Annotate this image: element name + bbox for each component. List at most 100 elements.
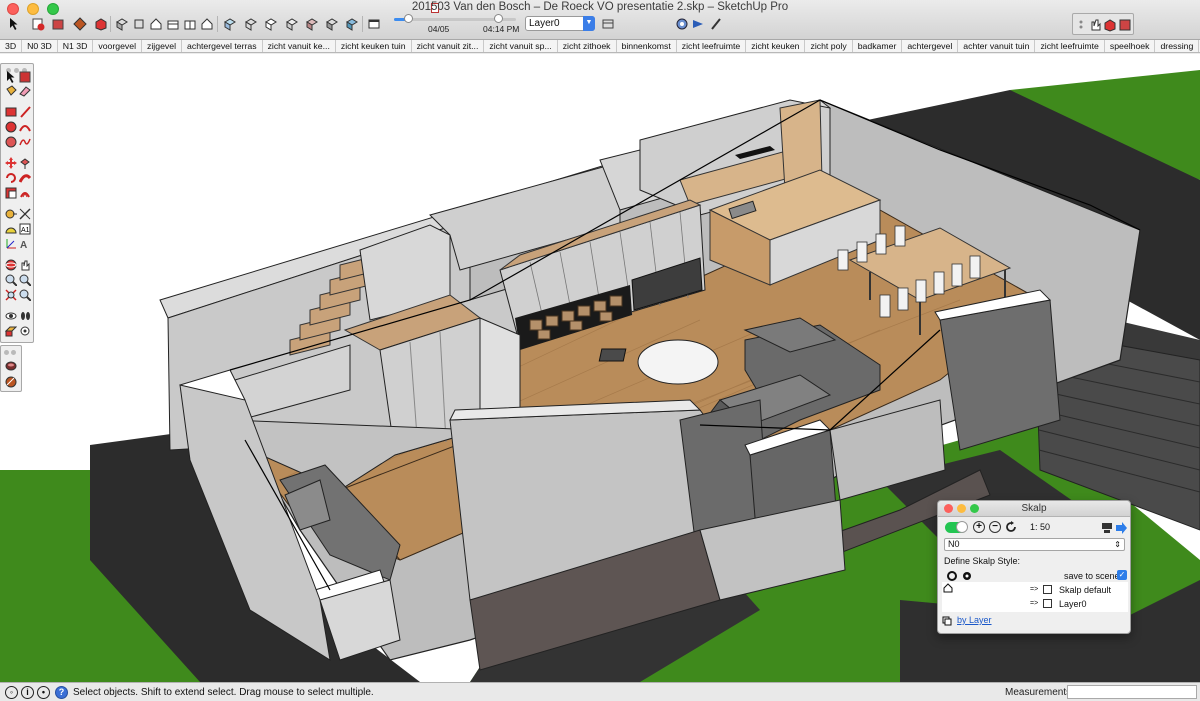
measurements-input[interactable] [1067, 685, 1197, 699]
by-layer-link[interactable]: by Layer [957, 615, 992, 625]
scene-tab[interactable]: binnenkomst [617, 40, 677, 52]
scene-tab[interactable]: zicht leefruimte [1035, 40, 1105, 52]
copy-icon[interactable] [941, 615, 953, 627]
axes-tool-icon[interactable] [5, 238, 17, 250]
shadow-time-knob[interactable] [494, 14, 503, 23]
style-row[interactable]: => Layer0 [942, 597, 1128, 611]
scene-tab[interactable]: zicht vanuit zit... [412, 40, 485, 52]
look-around-icon[interactable] [19, 325, 31, 337]
warehouse-icon[interactable] [93, 16, 109, 32]
textured-style-icon[interactable] [304, 16, 320, 32]
scene-tab[interactable]: achtergevel [902, 40, 959, 52]
open-model-icon[interactable] [50, 16, 66, 32]
view-iso-icon[interactable] [114, 16, 130, 32]
paint-brush-icon[interactable] [708, 16, 724, 32]
view-back-icon[interactable] [182, 16, 198, 32]
palette-close-dot[interactable] [4, 350, 9, 355]
skalp-arrow-icon[interactable] [1113, 520, 1129, 536]
hidden-line-style-icon[interactable] [263, 16, 279, 32]
rotate-tool-icon[interactable] [5, 172, 17, 184]
scene-tab[interactable]: zicht zithoek [558, 40, 617, 52]
add-section-icon[interactable]: + [973, 521, 985, 533]
shadow-settings-icon[interactable] [366, 16, 382, 32]
layer-manager-icon[interactable] [600, 16, 616, 32]
previous-view-icon[interactable] [19, 289, 31, 301]
push-pull-tool-icon[interactable] [19, 157, 31, 169]
style-row[interactable]: => Skalp default [942, 583, 1128, 597]
layer-select[interactable]: Layer0 ▼ [525, 16, 595, 31]
paint-bucket-icon[interactable] [5, 85, 17, 97]
make-component-icon[interactable] [19, 71, 31, 83]
scene-tab[interactable]: speelhoek [1105, 40, 1156, 52]
zoom-extents-icon[interactable] [5, 289, 17, 301]
extension-gear-icon[interactable] [674, 16, 690, 32]
eraser-icon[interactable] [19, 85, 31, 97]
zoom-tool-icon[interactable] [5, 274, 17, 286]
select-arrow-icon[interactable] [6, 16, 22, 32]
section-select[interactable]: N0 ⇕ [944, 538, 1125, 551]
zoom-window-icon[interactable] [19, 274, 31, 286]
remove-section-icon[interactable]: − [989, 521, 1001, 533]
walk-tool-icon[interactable] [19, 310, 31, 322]
user-icon[interactable]: • [37, 686, 50, 699]
text-tool-icon[interactable]: A1 [19, 223, 31, 235]
pan-tool-icon[interactable] [19, 259, 31, 271]
circle-tool-icon[interactable] [5, 121, 17, 133]
scene-tab[interactable]: zicht leefruimte [677, 40, 747, 52]
scene-tab[interactable]: zicht poly [805, 40, 853, 52]
save-to-scene-checkbox[interactable]: ✓ [1117, 570, 1127, 580]
rectangle-tool-icon[interactable] [5, 106, 17, 118]
wireframe-style-icon[interactable] [243, 16, 259, 32]
offset-tool-icon[interactable] [19, 187, 31, 199]
skalp-hatch-icon[interactable] [5, 376, 17, 388]
credits-icon[interactable]: i [21, 686, 34, 699]
freehand-tool-icon[interactable] [19, 136, 31, 148]
follow-me-tool-icon[interactable] [19, 172, 31, 184]
skalp-section-icon[interactable] [5, 360, 17, 372]
extension-arrow-icon[interactable] [690, 16, 706, 32]
scene-tab[interactable]: zicht vanuit ke... [263, 40, 336, 52]
polygon-tool-icon[interactable] [5, 136, 17, 148]
move-tool-icon[interactable] [5, 157, 17, 169]
refresh-icon[interactable] [1005, 521, 1017, 533]
orbit-tool-icon[interactable] [5, 259, 17, 271]
shaded-style-icon[interactable] [284, 16, 300, 32]
view-right-icon[interactable] [165, 16, 181, 32]
select-tool-icon[interactable] [5, 71, 17, 83]
section-plane-icon[interactable] [5, 325, 17, 337]
position-camera-icon[interactable] [5, 310, 17, 322]
save-model-icon[interactable] [72, 16, 88, 32]
back-edges-style-icon[interactable] [344, 16, 360, 32]
model-info-icon[interactable] [1117, 17, 1133, 33]
view-top-icon[interactable] [131, 16, 147, 32]
help-icon[interactable]: ? [55, 686, 68, 699]
view-left-icon[interactable] [199, 16, 215, 32]
palette-min-dot[interactable] [11, 350, 16, 355]
scene-tab[interactable]: zicht keuken [746, 40, 806, 52]
scene-tab[interactable]: N0 3D [22, 40, 58, 52]
3d-text-icon[interactable]: A [19, 238, 31, 250]
xray-style-icon[interactable] [222, 16, 238, 32]
scene-tab[interactable]: achtergevel terras [182, 40, 263, 52]
scene-tab[interactable]: dressing [1155, 40, 1200, 52]
geo-location-icon[interactable]: ◦ [5, 686, 18, 699]
protractor-icon[interactable] [5, 223, 17, 235]
scene-tab[interactable]: badkamer [853, 40, 903, 52]
scene-tab[interactable]: achter vanuit tuin [958, 40, 1036, 52]
scale-tool-icon[interactable] [5, 187, 17, 199]
scene-tab[interactable]: zijgevel [142, 40, 183, 52]
tape-measure-icon[interactable] [5, 208, 17, 220]
view-front-icon[interactable] [148, 16, 164, 32]
scene-tab[interactable]: N1 3D [58, 40, 94, 52]
line-tool-icon[interactable] [19, 106, 31, 118]
new-model-icon[interactable] [30, 16, 46, 32]
arc-tool-icon[interactable] [19, 121, 31, 133]
scene-tab[interactable]: zicht vanuit sp... [484, 40, 558, 52]
scene-tab[interactable]: voorgevel [93, 40, 143, 52]
scene-tab[interactable]: zicht keuken tuin [336, 40, 412, 52]
component-icon[interactable] [1102, 17, 1118, 33]
hand-select-icon[interactable] [1087, 17, 1103, 33]
dimension-tool-icon[interactable] [19, 208, 31, 220]
scene-tab[interactable]: 3D [0, 40, 23, 52]
shadow-date-knob[interactable] [404, 14, 413, 23]
